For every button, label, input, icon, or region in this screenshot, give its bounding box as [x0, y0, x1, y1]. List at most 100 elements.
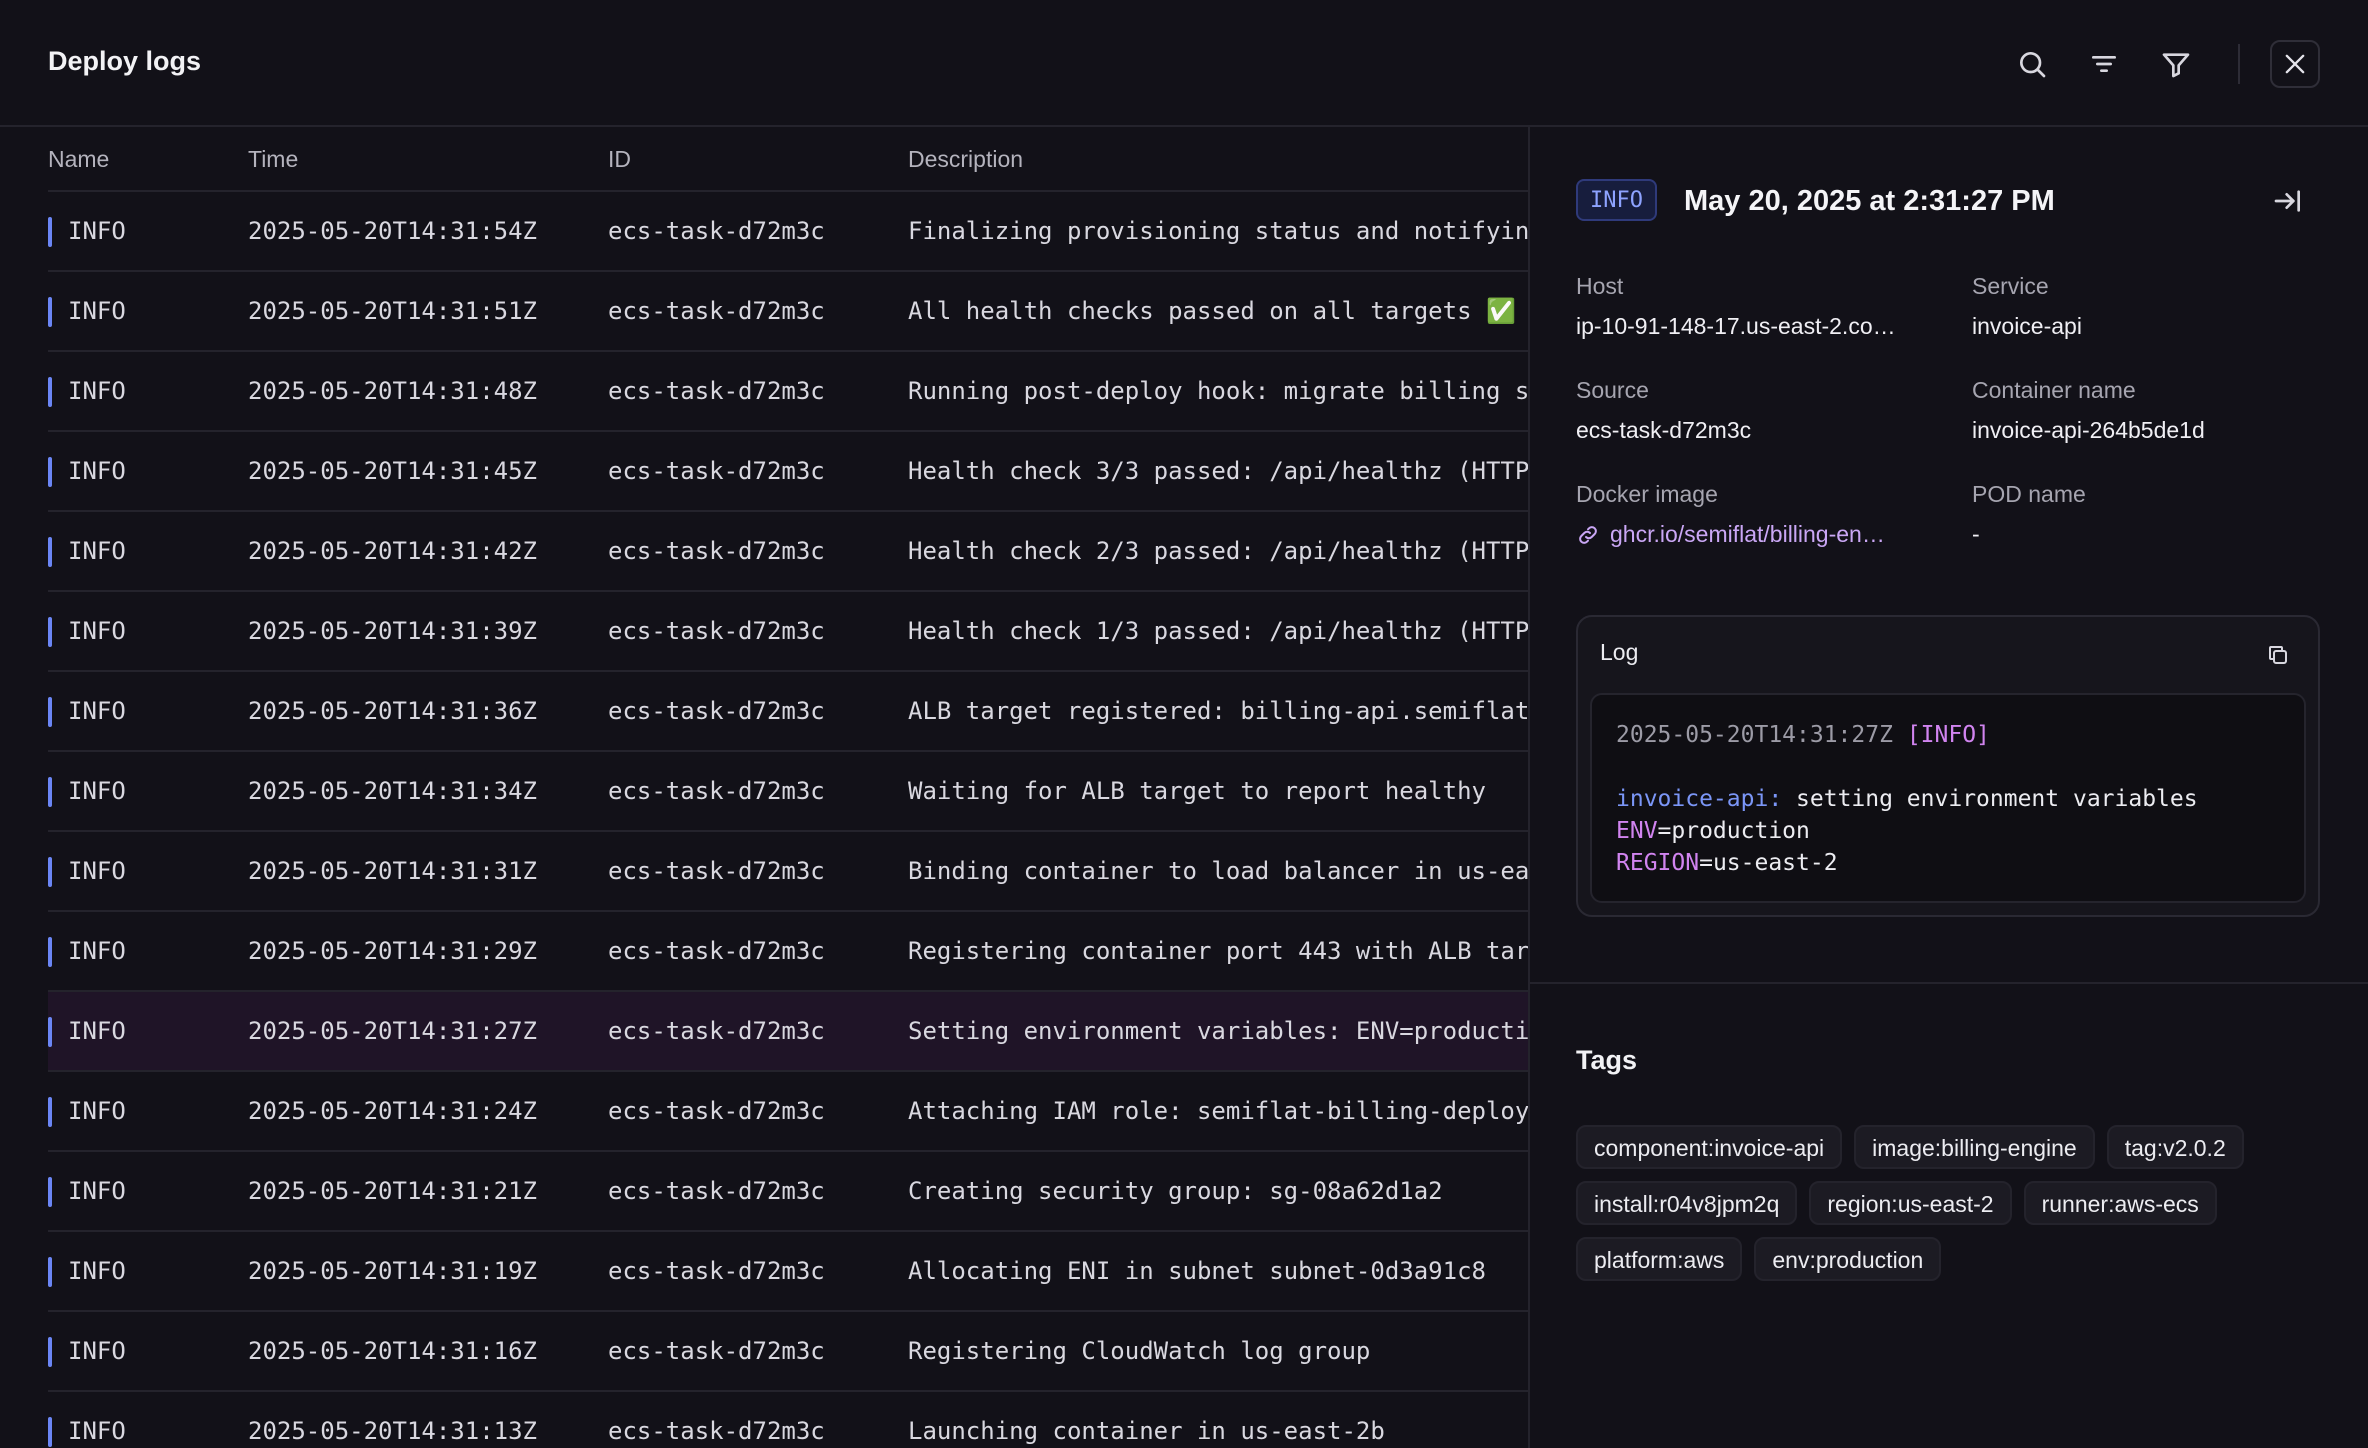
row-description: Registering CloudWatch log group	[908, 1337, 1371, 1365]
tag-chip[interactable]: runner:aws-ecs	[2023, 1181, 2217, 1225]
row-id: ecs-task-d72m3c	[608, 1417, 825, 1445]
log-label: Log	[1600, 639, 1639, 665]
row-level: INFO	[68, 777, 126, 805]
row-level: INFO	[68, 857, 126, 885]
row-time: 2025-05-20T14:31:13Z	[248, 1417, 537, 1445]
table-row[interactable]: INFO 2025-05-20T14:31:34Z ecs-task-d72m3c W…	[48, 752, 1528, 832]
row-id: ecs-task-d72m3c	[608, 617, 825, 645]
row-level: INFO	[68, 377, 126, 405]
column-header-time[interactable]: Time	[248, 127, 298, 191]
row-time: 2025-05-20T14:31:29Z	[248, 937, 537, 965]
row-time: 2025-05-20T14:31:24Z	[248, 1097, 537, 1125]
log-card: Log 2025-05-20T14:31:27Z [INFO] invoice-…	[1576, 615, 2320, 917]
row-description: Allocating ENI in subnet subnet-0d3a91c8	[908, 1257, 1486, 1285]
row-id: ecs-task-d72m3c	[608, 377, 825, 405]
level-indicator-bar	[48, 537, 52, 567]
log-timestamp: 2025-05-20T14:31:27Z	[1616, 722, 1893, 748]
tag-chip[interactable]: region:us-east-2	[1809, 1181, 2012, 1225]
level-indicator-bar	[48, 697, 52, 727]
level-indicator-bar	[48, 457, 52, 487]
log-env-value: =production	[1657, 818, 1810, 844]
search-button[interactable]	[2014, 46, 2050, 82]
close-icon	[2285, 54, 2305, 74]
row-level: INFO	[68, 537, 126, 565]
row-id: ecs-task-d72m3c	[608, 457, 825, 485]
row-id: ecs-task-d72m3c	[608, 697, 825, 725]
copy-log-button[interactable]	[2262, 639, 2294, 671]
table-row[interactable]: INFO 2025-05-20T14:31:21Z ecs-task-d72m3c C…	[48, 1152, 1528, 1232]
log-source: invoice-api:	[1616, 786, 1783, 812]
column-header-description[interactable]: Description	[908, 127, 1023, 191]
service-label: Service	[1972, 273, 2049, 299]
table-row[interactable]: INFO 2025-05-20T14:31:31Z ecs-task-d72m3c B…	[48, 832, 1528, 912]
table-row[interactable]: INFO 2025-05-20T14:31:42Z ecs-task-d72m3c H…	[48, 512, 1528, 592]
table-row[interactable]: INFO 2025-05-20T14:31:29Z ecs-task-d72m3c R…	[48, 912, 1528, 992]
table-row[interactable]: INFO 2025-05-20T14:31:39Z ecs-task-d72m3c H…	[48, 592, 1528, 672]
table-row[interactable]: INFO 2025-05-20T14:31:27Z ecs-task-d72m3c S…	[48, 992, 1528, 1072]
table-row[interactable]: INFO 2025-05-20T14:31:48Z ecs-task-d72m3c R…	[48, 352, 1528, 432]
row-time: 2025-05-20T14:31:39Z	[248, 617, 537, 645]
row-description: Attaching IAM role: semiflat-billing-dep…	[908, 1097, 1528, 1125]
table-row[interactable]: INFO 2025-05-20T14:31:36Z ecs-task-d72m3c A…	[48, 672, 1528, 752]
tag-chip[interactable]: env:production	[1754, 1237, 1942, 1281]
service-value: invoice-api	[1972, 313, 2082, 339]
column-header-name[interactable]: Name	[48, 127, 109, 191]
tag-chip[interactable]: component:invoice-api	[1576, 1125, 1843, 1169]
row-time: 2025-05-20T14:31:31Z	[248, 857, 537, 885]
row-id: ecs-task-d72m3c	[608, 937, 825, 965]
row-id: ecs-task-d72m3c	[608, 217, 825, 245]
row-description: All health checks passed on all targets …	[908, 297, 1516, 325]
filter-button[interactable]	[2158, 46, 2194, 82]
table-row[interactable]: INFO 2025-05-20T14:31:45Z ecs-task-d72m3c H…	[48, 432, 1528, 512]
tag-chip[interactable]: install:r04v8jpm2q	[1576, 1181, 1798, 1225]
row-time: 2025-05-20T14:31:48Z	[248, 377, 537, 405]
row-time: 2025-05-20T14:31:54Z	[248, 217, 537, 245]
level-indicator-bar	[48, 777, 52, 807]
row-description: Health check 1/3 passed: /api/healthz (H…	[908, 617, 1528, 645]
row-id: ecs-task-d72m3c	[608, 857, 825, 885]
log-content: 2025-05-20T14:31:27Z [INFO] invoice-api:…	[1590, 693, 2306, 903]
table-row[interactable]: INFO 2025-05-20T14:31:51Z ecs-task-d72m3c A…	[48, 272, 1528, 352]
log-region-key: REGION	[1616, 850, 1700, 876]
row-id: ecs-task-d72m3c	[608, 297, 825, 325]
close-button[interactable]	[2270, 40, 2320, 88]
pod-name-value: -	[1972, 521, 1980, 547]
tag-chip[interactable]: tag:v2.0.2	[2106, 1125, 2244, 1169]
row-id: ecs-task-d72m3c	[608, 537, 825, 565]
row-level: INFO	[68, 617, 126, 645]
table-row[interactable]: INFO 2025-05-20T14:31:16Z ecs-task-d72m3c R…	[48, 1312, 1528, 1392]
container-name-label: Container name	[1972, 377, 2136, 403]
level-indicator-bar	[48, 217, 52, 247]
docker-image-link[interactable]: ghcr.io/semiflat/billing-en…	[1576, 521, 1885, 548]
level-indicator-bar	[48, 377, 52, 407]
row-level: INFO	[68, 217, 126, 245]
log-timestamp-title: May 20, 2025 at 2:31:27 PM	[1684, 185, 2055, 217]
table-row[interactable]: INFO 2025-05-20T14:31:54Z ecs-task-d72m3c F…	[48, 192, 1528, 272]
row-level: INFO	[68, 1097, 126, 1125]
table-row[interactable]: INFO 2025-05-20T14:31:19Z ecs-task-d72m3c A…	[48, 1232, 1528, 1312]
table-row[interactable]: INFO 2025-05-20T14:31:13Z ecs-task-d72m3c L…	[48, 1392, 1528, 1448]
level-indicator-bar	[48, 1337, 52, 1367]
pod-name-label: POD name	[1972, 481, 2086, 507]
tag-chip[interactable]: image:billing-engine	[1854, 1125, 2095, 1169]
sort-button[interactable]	[2086, 46, 2122, 82]
sort-lines-icon	[2092, 55, 2116, 72]
row-time: 2025-05-20T14:31:34Z	[248, 777, 537, 805]
row-description: Health check 3/3 passed: /api/healthz (H…	[908, 457, 1528, 485]
level-indicator-bar	[48, 1097, 52, 1127]
column-header-id[interactable]: ID	[608, 127, 631, 191]
row-id: ecs-task-d72m3c	[608, 1337, 825, 1365]
level-indicator-bar	[48, 1417, 52, 1447]
row-time: 2025-05-20T14:31:19Z	[248, 1257, 537, 1285]
table-row[interactable]: INFO 2025-05-20T14:31:24Z ecs-task-d72m3c A…	[48, 1072, 1528, 1152]
level-indicator-bar	[48, 617, 52, 647]
collapse-panel-button[interactable]	[2268, 181, 2308, 221]
row-description: Registering container port 443 with ALB …	[908, 937, 1528, 965]
collapse-right-icon	[2274, 190, 2300, 212]
row-description: Binding container to load balancer in us…	[908, 857, 1528, 885]
row-description: Running post-deploy hook: migrate billin…	[908, 377, 1528, 405]
row-level: INFO	[68, 1257, 126, 1285]
row-description: ALB target registered: billing-api.semif…	[908, 697, 1528, 725]
tag-chip[interactable]: platform:aws	[1576, 1237, 1743, 1281]
row-time: 2025-05-20T14:31:51Z	[248, 297, 537, 325]
